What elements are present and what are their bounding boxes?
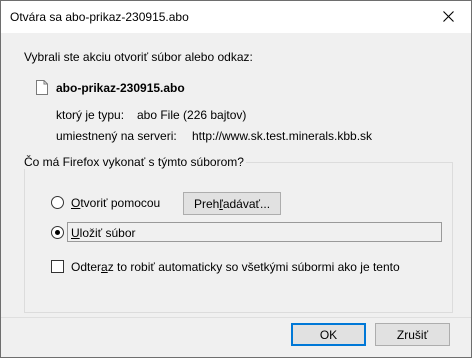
server-value: http://www.sk.test.minerals.kbb.sk <box>192 129 373 143</box>
file-type-label: ktorý je typu: <box>56 108 125 122</box>
open-with-label[interactable]: Otvoriť pomocou <box>71 196 160 210</box>
action-group-legend: Čo má Firefox vykonať s týmto súborom? <box>23 155 246 169</box>
browse-button[interactable]: Preh ľ adávať... <box>183 192 281 215</box>
title-bar: Otvára sa abo-prikaz-230915.abo <box>1 1 471 33</box>
open-with-radio[interactable] <box>51 196 64 209</box>
file-type-value: abo File (226 bajtov) <box>137 108 247 122</box>
server-label: umiestnený na serveri: <box>56 129 177 143</box>
ok-button[interactable]: OK <box>291 323 366 346</box>
intro-text: Vybrali ste akciu otvoriť súbor alebo od… <box>24 50 253 64</box>
save-file-label[interactable]: Uložiť súbor <box>71 226 136 240</box>
dialog-content: Vybrali ste akciu otvoriť súbor alebo od… <box>1 33 471 357</box>
auto-action-label[interactable]: Odteraz to robiť automaticky so všetkými… <box>71 260 400 274</box>
file-icon <box>36 80 48 95</box>
window-title: Otvára sa abo-prikaz-230915.abo <box>10 10 189 24</box>
radio-selected-dot <box>55 230 60 235</box>
close-icon <box>443 11 454 22</box>
close-button[interactable] <box>426 1 471 32</box>
cancel-button[interactable]: Zrušiť <box>375 323 450 346</box>
footer-separator <box>1 317 471 318</box>
file-name: abo-prikaz-230915.abo <box>56 81 185 95</box>
download-dialog: Otvára sa abo-prikaz-230915.abo Vybrali … <box>0 0 472 358</box>
auto-action-checkbox[interactable] <box>51 260 64 273</box>
save-file-radio[interactable] <box>51 226 64 239</box>
